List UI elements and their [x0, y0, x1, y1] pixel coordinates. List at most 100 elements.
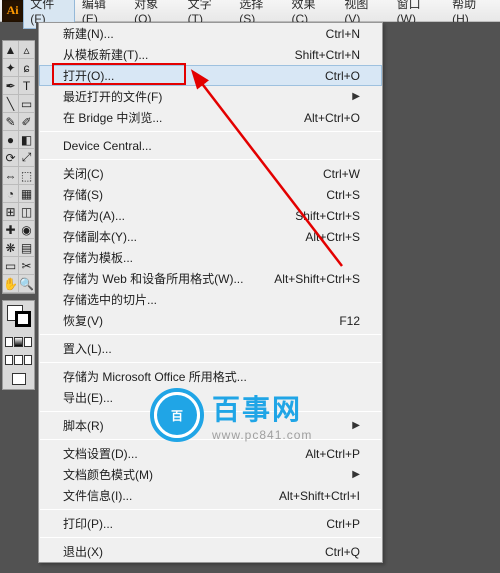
- menu-item-label: 文档设置(D)...: [63, 445, 138, 462]
- menubar: Ai 文件(F)编辑(E)对象(O)文字(T)选择(S)效果(C)视图(V)窗口…: [0, 0, 500, 22]
- menu-separator: [40, 509, 381, 510]
- menu-item[interactable]: 恢复(V) F12: [39, 310, 382, 331]
- menu-item[interactable]: 在 Bridge 中浏览... Alt+Ctrl+O: [39, 107, 382, 128]
- draw-behind-icon[interactable]: [14, 355, 22, 365]
- menu-item[interactable]: 脚本(R) ▶: [39, 415, 382, 436]
- menu-item-label: 存储选中的切片...: [63, 291, 157, 308]
- draw-normal-icon[interactable]: [5, 355, 13, 365]
- selection-tool-icon[interactable]: ▲: [3, 41, 19, 59]
- symbol-sprayer-tool-icon[interactable]: ❋: [3, 239, 19, 257]
- mesh-tool-icon[interactable]: ⊞: [3, 203, 19, 221]
- menu-item-label: 存储为模板...: [63, 249, 133, 266]
- menu-item-shortcut: Alt+Ctrl+S: [305, 230, 360, 244]
- menu-item-shortcut: F12: [339, 314, 360, 328]
- width-tool-icon[interactable]: ⇔: [3, 167, 19, 185]
- menu-item[interactable]: 文档颜色模式(M)▶: [39, 464, 382, 485]
- draw-inside-icon[interactable]: [24, 355, 32, 365]
- menu-item[interactable]: 存储为 Web 和设备所用格式(W)...Alt+Shift+Ctrl+S: [39, 268, 382, 289]
- menu-item-shortcut: Shift+Ctrl+N: [295, 48, 360, 62]
- menu-item[interactable]: Device Central...: [39, 135, 382, 156]
- menu-item-label: 最近打开的文件(F): [63, 88, 162, 105]
- menu-item-shortcut: Alt+Ctrl+O: [304, 111, 360, 125]
- rectangle-tool-icon[interactable]: ▭: [19, 95, 35, 113]
- menu-item[interactable]: 存储选中的切片...: [39, 289, 382, 310]
- menu-item[interactable]: 存储为 Microsoft Office 所用格式...: [39, 366, 382, 387]
- menu-item[interactable]: 打印(P)... Ctrl+P: [39, 513, 382, 534]
- column-graph-tool-icon[interactable]: ▤: [19, 239, 35, 257]
- menu-item-label: 新建(N)...: [63, 25, 114, 42]
- menu-item[interactable]: 存储(S)Ctrl+S: [39, 184, 382, 205]
- app-window: Ai 文件(F)编辑(E)对象(O)文字(T)选择(S)效果(C)视图(V)窗口…: [0, 0, 500, 573]
- menu-item[interactable]: 打开(O)...Ctrl+O: [39, 65, 382, 86]
- eraser-tool-icon[interactable]: ◧: [19, 131, 35, 149]
- line-tool-icon[interactable]: ╲: [3, 95, 19, 113]
- magic-wand-tool-icon[interactable]: ✦: [3, 59, 19, 77]
- menu-item-label: Device Central...: [63, 139, 152, 153]
- menu-item-label: 导出(E)...: [63, 389, 113, 406]
- artboard-tool-icon[interactable]: ▭: [3, 257, 19, 275]
- menu-separator: [40, 131, 381, 132]
- brush-tool-icon[interactable]: ✎: [3, 113, 19, 131]
- menu-item[interactable]: 关闭(C) Ctrl+W: [39, 163, 382, 184]
- menu-separator: [40, 439, 381, 440]
- toolbox: ▲▵ ✦ɕ ✒T ╲▭ ✎✐ ●◧ ⟳⤢ ⇔⬚ ◔▦ ⊞◫ ✚◉ ❋▤ ▭✂ ✋…: [2, 40, 35, 390]
- menu-item[interactable]: 导出(E)...: [39, 387, 382, 408]
- menu-separator: [40, 362, 381, 363]
- perspective-grid-tool-icon[interactable]: ▦: [19, 185, 35, 203]
- rotate-tool-icon[interactable]: ⟳: [3, 149, 19, 167]
- menu-item-shortcut: Alt+Shift+Ctrl+I: [279, 489, 360, 503]
- zoom-tool-icon[interactable]: 🔍: [19, 275, 35, 293]
- blend-tool-icon[interactable]: ◉: [19, 221, 35, 239]
- menu-item[interactable]: 置入(L)...: [39, 338, 382, 359]
- menu-item-label: 关闭(C): [63, 165, 104, 182]
- stroke-swatch[interactable]: [15, 311, 31, 327]
- shape-builder-tool-icon[interactable]: ◔: [3, 185, 19, 203]
- scale-tool-icon[interactable]: ⤢: [19, 149, 35, 167]
- menu-item-label: 恢复(V): [63, 312, 103, 329]
- menu-item-label: 存储为 Web 和设备所用格式(W)...: [63, 270, 243, 287]
- hand-tool-icon[interactable]: ✋: [3, 275, 19, 293]
- color-mode-icon[interactable]: [5, 337, 13, 347]
- menu-item-shortcut: Ctrl+P: [326, 517, 360, 531]
- menu-item-shortcut: Ctrl+O: [325, 69, 360, 83]
- menu-item-label: 文件信息(I)...: [63, 487, 132, 504]
- menu-item[interactable]: 退出(X)Ctrl+Q: [39, 541, 382, 562]
- pen-tool-icon[interactable]: ✒: [3, 77, 19, 95]
- screen-mode-icon[interactable]: [12, 373, 26, 385]
- menu-item[interactable]: 最近打开的文件(F)▶: [39, 86, 382, 107]
- menu-item-shortcut: Shift+Ctrl+S: [295, 209, 360, 223]
- menu-item-label: 打印(P)...: [63, 515, 113, 532]
- file-menu-dropdown: 新建(N)... Ctrl+N 从模板新建(T)... Shift+Ctrl+N 打开(…: [38, 22, 383, 563]
- blob-brush-tool-icon[interactable]: ●: [3, 131, 19, 149]
- menu-item-shortcut: Ctrl+N: [326, 27, 360, 41]
- menu-item[interactable]: 文档设置(D)... Alt+Ctrl+P: [39, 443, 382, 464]
- menu-item-label: 脚本(R): [63, 417, 104, 434]
- menu-item[interactable]: 新建(N)... Ctrl+N: [39, 23, 382, 44]
- gradient-tool-icon[interactable]: ◫: [19, 203, 35, 221]
- app-icon: Ai: [2, 0, 23, 22]
- slice-tool-icon[interactable]: ✂: [19, 257, 35, 275]
- menu-item-shortcut: Alt+Ctrl+P: [305, 447, 360, 461]
- menu-item[interactable]: 存储副本(Y)...Alt+Ctrl+S: [39, 226, 382, 247]
- direct-selection-tool-icon[interactable]: ▵: [19, 41, 35, 59]
- free-transform-tool-icon[interactable]: ⬚: [19, 167, 35, 185]
- menu-separator: [40, 411, 381, 412]
- menu-item-label: 文档颜色模式(M): [63, 466, 153, 483]
- eyedropper-tool-icon[interactable]: ✚: [3, 221, 19, 239]
- none-mode-icon[interactable]: [24, 337, 32, 347]
- menu-item[interactable]: 从模板新建(T)... Shift+Ctrl+N: [39, 44, 382, 65]
- menu-item[interactable]: 存储为模板...: [39, 247, 382, 268]
- menu-item-label: 从模板新建(T)...: [63, 46, 148, 63]
- gradient-mode-icon[interactable]: [14, 337, 22, 347]
- color-swatches: [2, 300, 35, 390]
- menu-item-label: 在 Bridge 中浏览...: [63, 109, 162, 126]
- menu-item[interactable]: 存储为(A)...Shift+Ctrl+S: [39, 205, 382, 226]
- menu-item-shortcut: Ctrl+W: [323, 167, 360, 181]
- type-tool-icon[interactable]: T: [19, 77, 35, 95]
- menu-item[interactable]: 文件信息(I)... Alt+Shift+Ctrl+I: [39, 485, 382, 506]
- menu-item-shortcut: ▶: [352, 420, 360, 431]
- menu-item-label: 存储(S): [63, 186, 103, 203]
- menu-separator: [40, 159, 381, 160]
- pencil-tool-icon[interactable]: ✐: [19, 113, 35, 131]
- lasso-tool-icon[interactable]: ɕ: [19, 59, 35, 77]
